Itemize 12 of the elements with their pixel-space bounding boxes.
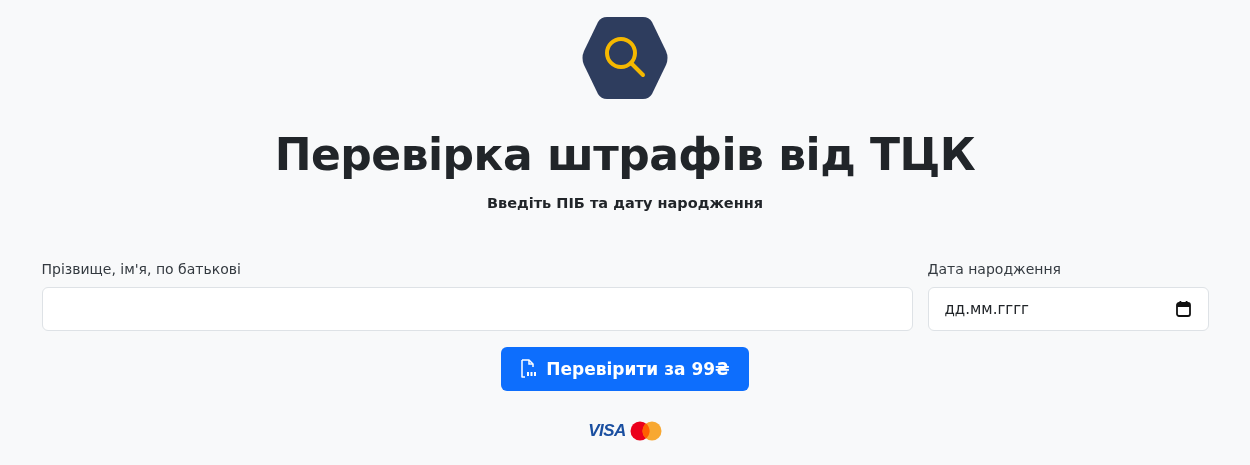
- field-label: Прізвище, ім'я, по батькові: [41, 260, 241, 279]
- field-label: Дата народження: [927, 260, 1062, 279]
- search-logo-icon: [581, 15, 669, 101]
- mastercard-logo-icon: [629, 421, 662, 441]
- name-input-field[interactable]: [41, 287, 913, 331]
- page-subtitle: Введіть ПІБ та дату народження: [486, 194, 764, 213]
- pdf-file-icon: [520, 359, 539, 379]
- submit-button[interactable]: Перевірити за 99₴: [501, 347, 749, 391]
- page-title: Перевірка штрафів від ТЦК: [274, 128, 976, 182]
- date-input-field[interactable]: дд.мм.гггг: [927, 287, 1209, 331]
- visa-logo: VISA: [588, 421, 626, 441]
- calendar-icon[interactable]: [1175, 301, 1191, 317]
